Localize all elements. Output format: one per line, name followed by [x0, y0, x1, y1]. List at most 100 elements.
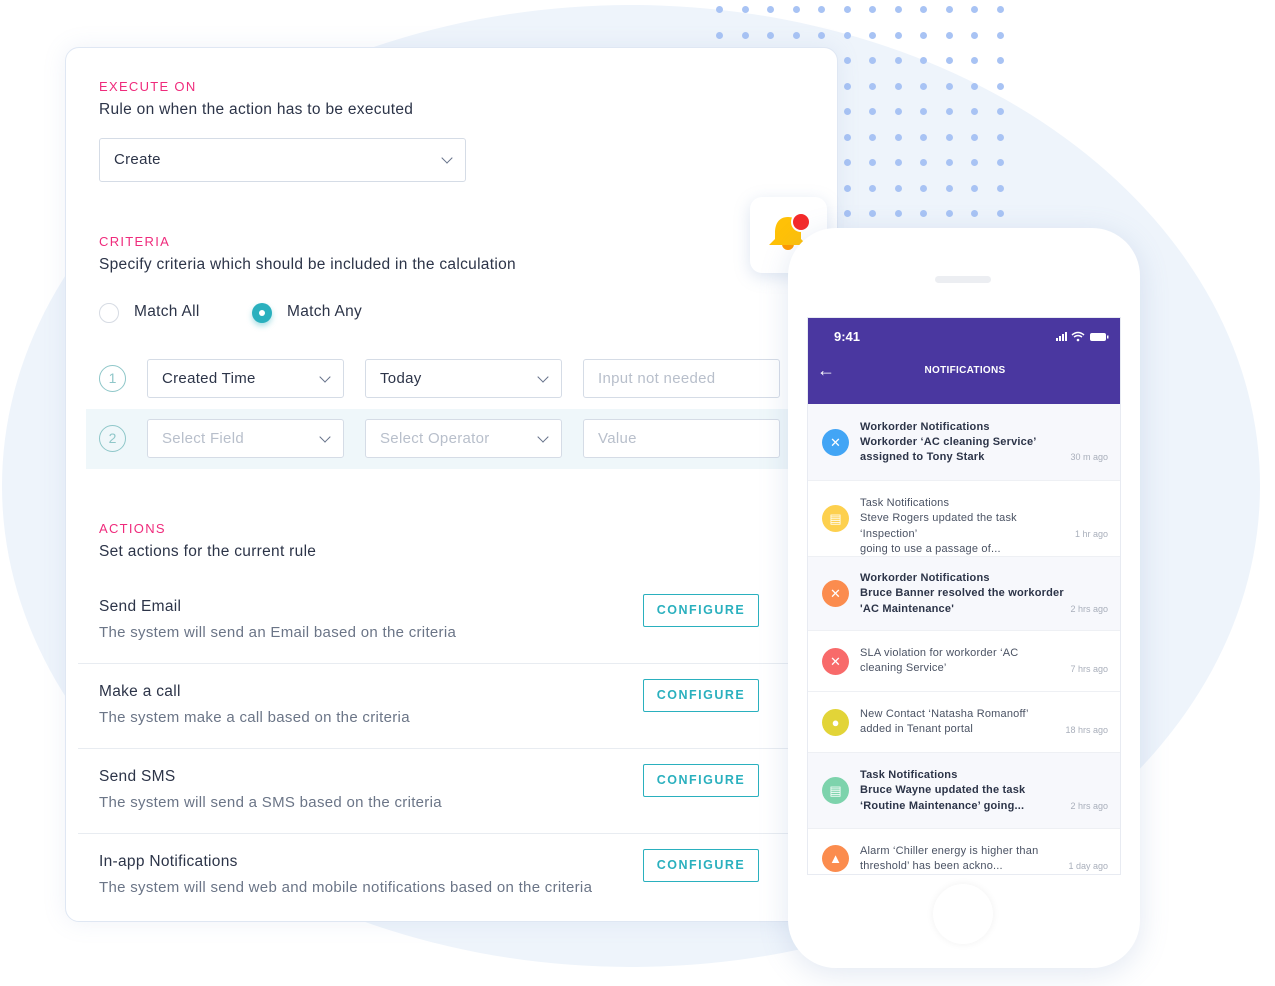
notification-line: Steve Rogers updated the task ‘Inspectio…: [860, 512, 1017, 540]
divider: [78, 748, 839, 749]
execute-on-select[interactable]: Create: [99, 138, 466, 182]
notification-line: Bruce Banner resolved the workorder: [860, 587, 1064, 600]
dot: [843, 210, 851, 217]
criteria-description: Specify criteria which should be include…: [99, 256, 516, 273]
operator-select[interactable]: Today: [365, 359, 562, 398]
value-input[interactable]: Value: [583, 419, 780, 458]
dot: [971, 159, 978, 166]
notification-text: Alarm ‘Chiller energy is higher than thre…: [860, 844, 1062, 874]
dot: [945, 159, 953, 166]
divider: [78, 833, 839, 834]
value-input[interactable]: Input not needed: [583, 359, 780, 398]
field-select[interactable]: Created Time: [147, 359, 344, 398]
dot: [894, 184, 902, 192]
field-value: Created Time: [162, 370, 256, 387]
phone-speaker: [935, 276, 991, 283]
notification-text: SLA violation for workorder ‘AC cleaning …: [860, 646, 1062, 677]
dot: [971, 133, 978, 141]
dot: [971, 82, 978, 90]
phone-mockup: 9:41 ← NOTIFICATIONS ✕ Workorder Notific…: [788, 228, 1140, 968]
status-time: 9:41: [834, 329, 861, 344]
dot: [920, 31, 927, 39]
actions-description: Set actions for the current rule: [99, 543, 317, 560]
actions-label: ACTIONS: [99, 521, 166, 536]
notification-time: 7 hrs ago: [1070, 663, 1108, 674]
dot: [818, 6, 825, 13]
configure-button[interactable]: CONFIGURE: [643, 764, 759, 797]
dot: [894, 31, 902, 39]
dot: [920, 6, 927, 13]
notification-line: Task Notifications: [860, 497, 950, 510]
app-header: 9:41 ← NOTIFICATIONS: [808, 318, 1120, 404]
configure-button[interactable]: CONFIGURE: [643, 849, 759, 882]
dot: [945, 133, 953, 141]
dot: [971, 184, 978, 192]
match-all-radio[interactable]: [99, 303, 119, 323]
criteria-row-number: 1: [99, 365, 126, 392]
dot: [920, 210, 927, 217]
dot: [869, 6, 876, 13]
dot: [894, 6, 902, 13]
dot: [894, 57, 902, 64]
dot: [716, 31, 723, 39]
dot: [767, 6, 774, 13]
action-title: Send SMS: [99, 768, 176, 785]
dot: [869, 210, 876, 217]
dot: [767, 31, 774, 39]
dot: [920, 159, 927, 166]
match-any-radio[interactable]: [252, 303, 272, 323]
dot: [920, 57, 927, 64]
notification-line: added in Tenant portal: [860, 723, 974, 736]
operator-value: Today: [380, 370, 422, 387]
dot: [818, 31, 825, 39]
dot: [894, 210, 902, 217]
notification-item[interactable]: ▤ Task Notifications Bruce Wayne updated …: [808, 753, 1120, 829]
dot: [996, 31, 1004, 39]
dot: [920, 82, 927, 90]
notification-item[interactable]: ● New Contact ‘Natasha Romanoff’ added in…: [808, 692, 1120, 753]
notification-line: SLA violation for workorder ‘AC: [860, 647, 1019, 660]
field-select[interactable]: Select Field: [147, 419, 344, 458]
notification-line: 'AC Maintenance': [860, 602, 955, 615]
clipboard-icon: ▤: [822, 777, 849, 804]
action-description: The system will send an Email based on t…: [99, 624, 457, 641]
dot: [945, 108, 953, 115]
notification-line: Task Notifications: [860, 769, 958, 782]
dot: [894, 159, 902, 166]
notification-item[interactable]: ▤ Task Notifications Steve Rogers updated…: [808, 481, 1120, 557]
dot: [869, 184, 876, 192]
action-title: Send Email: [99, 598, 182, 615]
notification-item[interactable]: ✕ Workorder Notifications Workorder ‘AC c…: [808, 404, 1120, 481]
configure-button[interactable]: CONFIGURE: [643, 679, 759, 712]
notification-line: New Contact ‘Natasha Romanoff’: [860, 708, 1029, 721]
dot: [996, 210, 1004, 217]
action-description: The system will send a SMS based on the …: [99, 794, 442, 811]
dot: [869, 133, 876, 141]
operator-placeholder: Select Operator: [380, 430, 490, 447]
user-icon: ●: [822, 708, 849, 736]
action-title: In-app Notifications: [99, 853, 238, 870]
match-any-label[interactable]: Match Any: [287, 303, 362, 321]
dot: [843, 133, 851, 141]
dot: [869, 31, 876, 39]
home-button[interactable]: [933, 884, 993, 944]
configure-button[interactable]: CONFIGURE: [643, 594, 759, 627]
execute-on-label: EXECUTE ON: [99, 79, 197, 94]
operator-select[interactable]: Select Operator: [365, 419, 562, 458]
notification-item[interactable]: ✕ SLA violation for workorder ‘AC cleanin…: [808, 631, 1120, 692]
notification-item[interactable]: ✕ Workorder Notifications Bruce Banner re…: [808, 557, 1120, 631]
match-all-label[interactable]: Match All: [134, 303, 200, 321]
notification-time: 1 day ago: [1068, 861, 1108, 872]
dot: [843, 159, 851, 166]
notification-item[interactable]: ▲ Alarm ‘Chiller energy is higher than th…: [808, 829, 1120, 874]
dot: [716, 6, 723, 13]
action-description: The system make a call based on the crit…: [99, 709, 410, 726]
notification-time: 30 m ago: [1070, 452, 1108, 463]
dot: [945, 6, 953, 13]
notification-line: Alarm ‘Chiller energy is higher than: [860, 844, 1039, 857]
wrench-icon: ✕: [822, 647, 849, 675]
dot: [920, 133, 927, 141]
chevron-down-icon: [537, 431, 549, 443]
dot: [894, 133, 902, 141]
chevron-down-icon: [319, 371, 331, 383]
